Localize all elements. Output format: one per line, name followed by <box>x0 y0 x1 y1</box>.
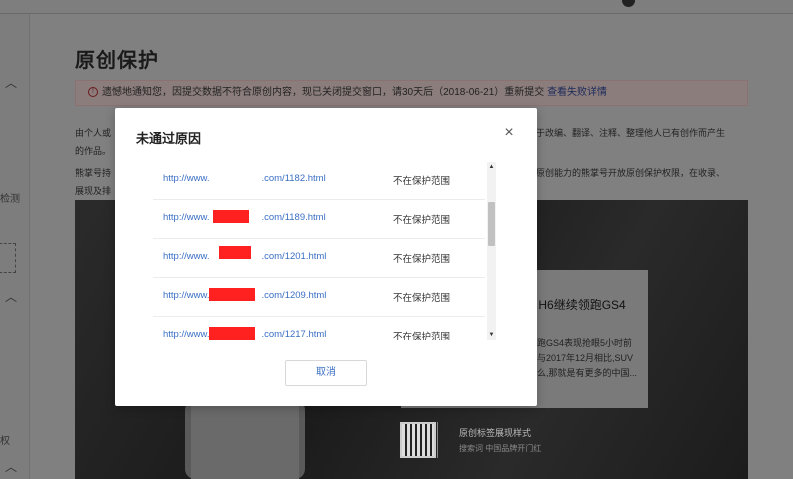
scroll-up-icon[interactable]: ▲ <box>487 162 496 172</box>
status-text: 不在保护范围 <box>393 332 451 340</box>
list-item: http://www. .com/1209.html 不在保护范围 <box>153 279 485 317</box>
list-item: http://www. .com/1217.html 不在保护范围 <box>153 318 485 340</box>
url-prefix: http://www. <box>163 290 210 301</box>
list-item: http://www. .com/1201.html 不在保护范围 <box>153 240 485 278</box>
status-text: 不在保护范围 <box>393 254 451 265</box>
status-text: 不在保护范围 <box>393 293 451 304</box>
rejected-url-list: http://www. .com/1182.html 不在保护范围 http://… <box>153 162 485 340</box>
scroll-down-icon[interactable]: ▼ <box>487 330 496 340</box>
list-scrollbar[interactable]: ▲ ▼ <box>487 162 496 340</box>
redaction-mark <box>219 246 251 259</box>
url-suffix: .com/1209.html <box>261 290 327 301</box>
url-prefix: http://www. <box>163 173 210 184</box>
url-prefix: http://www. <box>163 329 210 340</box>
scroll-thumb[interactable] <box>488 202 495 246</box>
list-item: http://www. .com/1189.html 不在保护范围 <box>153 201 485 239</box>
cancel-button[interactable]: 取消 <box>285 360 367 386</box>
redaction-mark <box>209 288 255 301</box>
url-suffix: .com/1189.html <box>261 212 326 223</box>
rejected-url-link[interactable]: http://www. .com/1182.html <box>163 173 326 184</box>
url-suffix: .com/1217.html <box>261 329 327 340</box>
list-item: http://www. .com/1182.html 不在保护范围 <box>153 162 485 200</box>
close-icon[interactable]: × <box>500 124 518 142</box>
redaction-mark <box>209 327 255 340</box>
dialog-title: 未通过原因 <box>136 131 202 146</box>
status-text: 不在保护范围 <box>393 176 451 187</box>
status-text: 不在保护范围 <box>393 215 451 226</box>
url-prefix: http://www. <box>163 251 210 262</box>
url-suffix: .com/1201.html <box>261 251 327 262</box>
url-suffix: .com/1182.html <box>261 173 326 184</box>
url-prefix: http://www. <box>163 212 210 223</box>
rejection-reasons-dialog: 未通过原因 × http://www. .com/1182.html 不在保护范围… <box>115 108 537 406</box>
redaction-mark <box>213 210 249 223</box>
